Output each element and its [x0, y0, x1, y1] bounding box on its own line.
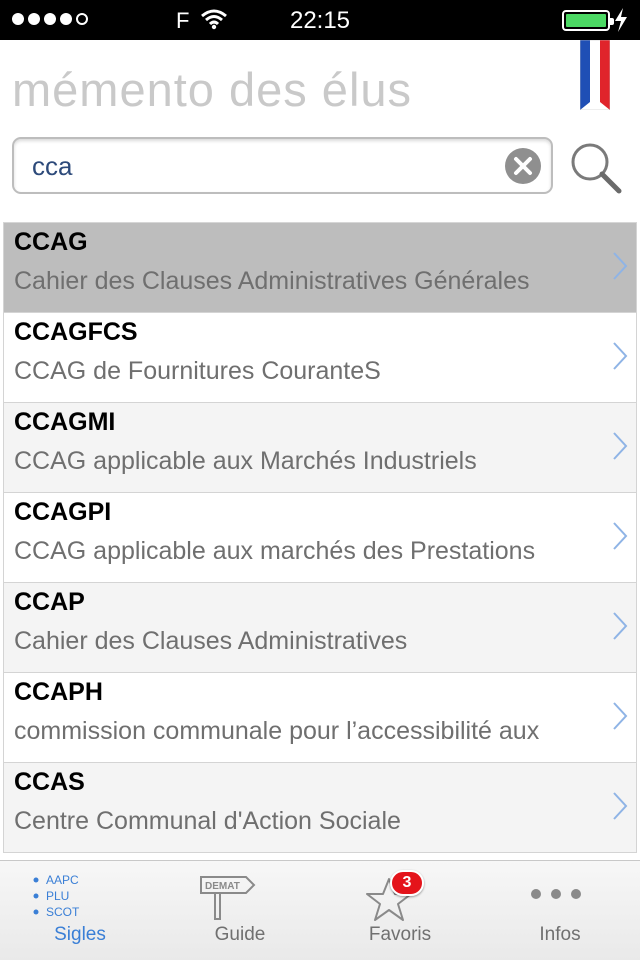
result-row[interactable]: CCAG Cahier des Clauses Administratives G… [3, 223, 637, 313]
result-row[interactable]: CCAGFCS CCAG de Fournitures CouranteS [3, 313, 637, 403]
acronyms-list-icon: AAPC PLU SCOT [33, 873, 80, 919]
favorites-count-badge: 3 [390, 870, 424, 896]
result-row[interactable]: CCAPH commission communale pour l’accessi… [3, 673, 637, 763]
tab-infos-label: Infos [539, 924, 581, 945]
chevron-right-icon [613, 252, 628, 280]
battery-icon [562, 10, 614, 31]
status-time: 22:15 [289, 7, 351, 34]
result-acronym: CCAGPI [14, 498, 112, 526]
result-description: Centre Communal d'Action Sociale [14, 807, 401, 835]
svg-text:SCOT: SCOT [46, 905, 80, 919]
result-description: CCAG applicable aux Marchés Industriels [14, 447, 477, 475]
tab-guide-label: Guide [214, 924, 266, 945]
magnifier-icon [571, 143, 622, 194]
chevron-right-icon [613, 702, 628, 730]
chevron-right-icon [613, 342, 628, 370]
tab-bar: AAPC PLU SCOT Sigles DEMAT Guide Favoris… [0, 860, 640, 960]
result-description: Cahier des Clauses Administratives [14, 627, 408, 655]
chevron-right-icon [613, 432, 628, 460]
result-acronym: CCAGMI [14, 408, 116, 436]
clear-search-button[interactable] [505, 148, 541, 184]
search-field [12, 137, 553, 194]
signpost-icon: DEMAT [200, 876, 256, 920]
chevron-right-icon [613, 522, 628, 550]
tab-guide[interactable]: DEMAT Guide [160, 861, 320, 960]
result-description: CCAG de Fournitures CouranteS [14, 357, 381, 385]
app-title: mémento des élus [12, 63, 413, 116]
french-flag-ribbon-icon [580, 40, 610, 110]
result-acronym: CCAG [14, 228, 88, 256]
status-bar: F 22:15 [0, 0, 640, 40]
results-list[interactable]: CCAG Cahier des Clauses Administratives G… [3, 222, 637, 859]
search-button[interactable] [568, 140, 624, 196]
result-acronym: CCAP [14, 588, 85, 616]
svg-text:PLU: PLU [46, 889, 69, 903]
result-row[interactable]: CCAS Centre Communal d'Action Sociale [3, 763, 637, 853]
result-row[interactable]: CCAGPI CCAG applicable aux marchés des Pr… [3, 493, 637, 583]
tab-sigles[interactable]: AAPC PLU SCOT Sigles [0, 861, 160, 960]
svg-text:DEMAT: DEMAT [205, 881, 240, 892]
more-dots-icon [531, 889, 581, 899]
charging-bolt-icon [615, 8, 627, 32]
result-description: CCAG applicable aux marchés des Prestati… [14, 537, 536, 565]
tab-favoris-label: Favoris [368, 924, 432, 945]
tab-sigles-label: Sigles [54, 924, 106, 945]
result-row[interactable]: CCAGMI CCAG applicable aux Marchés Indust… [3, 403, 637, 493]
svg-text:AAPC: AAPC [46, 873, 79, 887]
search-input[interactable] [32, 149, 492, 183]
chevron-right-icon [613, 612, 628, 640]
result-acronym: CCAS [14, 768, 85, 796]
clear-icon [514, 157, 532, 175]
result-acronym: CCAGFCS [14, 318, 138, 346]
result-row[interactable]: CCAP Cahier des Clauses Administratives [3, 583, 637, 673]
result-description: Cahier des Clauses Administratives Génér… [14, 267, 530, 295]
result-acronym: CCAPH [14, 678, 103, 706]
tab-infos[interactable]: Infos [480, 861, 640, 960]
chevron-right-icon [613, 792, 628, 820]
result-description: commission communale pour l’accessibilit… [14, 717, 540, 745]
